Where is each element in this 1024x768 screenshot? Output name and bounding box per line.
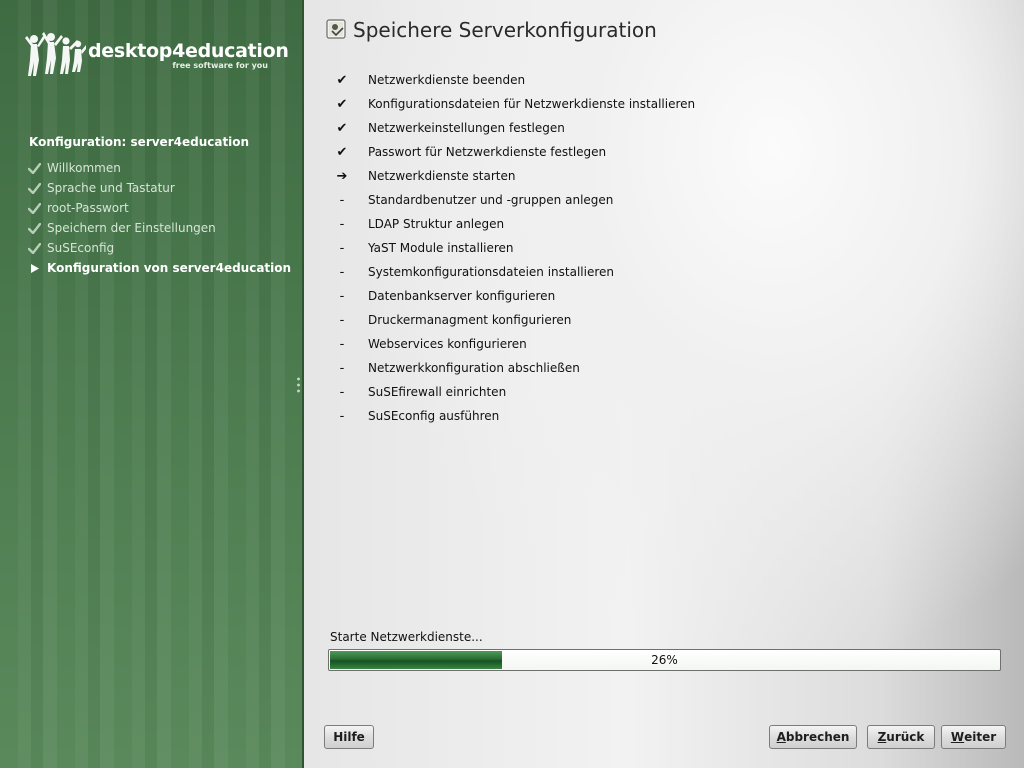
task-item: ✔ Passwort für Netzwerkdienste festlegen: [332, 140, 695, 164]
step-list: Willkommen Sprache und Tastatur root-Pas…: [26, 158, 291, 278]
task-status-check: ✔: [336, 72, 348, 88]
task-label: Systemkonfigurationsdateien installieren: [368, 265, 615, 279]
task-item: ✔ Netzwerkdienste beenden: [332, 68, 695, 92]
step-label: Sprache und Tastatur: [47, 181, 175, 195]
task-item: - Webservices konfigurieren: [332, 332, 695, 356]
next-label: eiter: [964, 730, 997, 744]
task-label: Passwort für Netzwerkdienste festlegen: [368, 145, 607, 159]
task-label: Druckermanagment konfigurieren: [368, 313, 572, 327]
task-item: - Netzwerkkonfiguration abschließen: [332, 356, 695, 380]
back-accel: Z: [877, 730, 887, 744]
task-label: YaST Module installieren: [368, 241, 514, 255]
step-label: root-Passwort: [47, 201, 129, 215]
task-label: Netzwerkdienste starten: [368, 169, 516, 183]
task-item: - Datenbankserver konfigurieren: [332, 284, 695, 308]
task-status-pending: -: [339, 264, 345, 280]
task-status-pending: -: [339, 408, 345, 424]
task-status-pending: -: [339, 360, 345, 376]
config-save-icon: [326, 19, 346, 39]
next-accel: W: [950, 730, 965, 744]
task-item: - Systemkonfigurationsdateien installiere…: [332, 260, 695, 284]
task-label: Datenbankserver konfigurieren: [368, 289, 556, 303]
help-button[interactable]: Hilfe: [324, 725, 374, 749]
logo-name: desktop4education: [88, 40, 289, 62]
task-status-check: ✔: [336, 144, 348, 160]
task-label: Webservices konfigurieren: [368, 337, 527, 351]
triangle-right-icon: [26, 263, 42, 273]
task-status-pending: -: [339, 192, 345, 208]
task-label: LDAP Struktur anlegen: [368, 217, 505, 231]
task-label: SuSEconfig ausführen: [368, 409, 500, 423]
task-label: Netzwerkdienste beenden: [368, 73, 526, 87]
task-list: ✔ Netzwerkdienste beenden ✔ Konfigurations…: [332, 68, 696, 428]
check-icon: [26, 182, 42, 194]
cancel-accel: A: [776, 730, 786, 744]
check-icon: [26, 202, 42, 214]
cancel-label: bbrechen: [785, 730, 850, 744]
step-label: Willkommen: [47, 161, 121, 175]
progress-bar: 26%: [328, 649, 1001, 671]
check-icon: [26, 222, 42, 234]
task-item-current: ➔ Netzwerkdienste starten: [332, 164, 695, 188]
task-label: Netzwerkkonfiguration abschließen: [368, 361, 580, 375]
task-status-check: ✔: [336, 96, 348, 112]
step-label: Konfiguration von server4education: [47, 261, 292, 275]
task-item: ✔ Netzwerkeinstellungen festlegen: [332, 116, 695, 140]
people-logo-icon: [25, 32, 86, 76]
check-icon: [26, 242, 42, 254]
task-status-pending: -: [339, 336, 345, 352]
step-item-konfiguration: Konfiguration von server4education: [26, 258, 291, 278]
task-status-pending: -: [339, 216, 345, 232]
page-title: Speichere Serverkonfiguration: [353, 18, 657, 42]
yast-installer-screen: desktop4education free software for you …: [0, 0, 1024, 768]
task-item: - YaST Module installieren: [332, 236, 695, 260]
step-item-willkommen: Willkommen: [26, 158, 291, 178]
task-status-arrow: ➔: [336, 168, 348, 184]
step-item-sprache-und-tastatur: Sprache und Tastatur: [26, 178, 291, 198]
progress-label: Starte Netzwerkdienste...: [330, 630, 483, 644]
splitter-handle[interactable]: [297, 376, 300, 394]
task-status-pending: -: [339, 312, 345, 328]
main-panel: Speichere Serverkonfiguration ✔ Netzwerkd…: [304, 0, 1024, 768]
task-item: - SuSEconfig ausführen: [332, 404, 695, 428]
task-item: - Druckermanagment konfigurieren: [332, 308, 695, 332]
task-label: Konfigurationsdateien für Netzwerkdienst…: [368, 97, 696, 111]
logo: desktop4education free software for you: [24, 30, 289, 80]
task-item: - LDAP Struktur anlegen: [332, 212, 695, 236]
steps-title: Konfiguration: server4education: [29, 135, 250, 149]
back-button[interactable]: Zurück: [867, 725, 935, 749]
step-item-speichern: Speichern der Einstellungen: [26, 218, 291, 238]
next-button[interactable]: Weiter: [941, 725, 1006, 749]
task-status-pending: -: [339, 288, 345, 304]
task-status-check: ✔: [336, 120, 348, 136]
check-icon: [26, 162, 42, 174]
task-item: - Standardbenutzer und -gruppen anlegen: [332, 188, 695, 212]
task-item: ✔ Konfigurationsdateien für Netzwerkdiens…: [332, 92, 696, 116]
task-label: SuSEfirewall einrichten: [368, 385, 507, 399]
step-label: SuSEconfig: [47, 241, 115, 255]
sidebar: desktop4education free software for you …: [0, 0, 304, 768]
cancel-button[interactable]: Abbrechen: [769, 725, 857, 749]
task-label: Netzwerkeinstellungen festlegen: [368, 121, 565, 135]
step-label: Speichern der Einstellungen: [47, 221, 216, 235]
back-label: urück: [886, 730, 925, 744]
task-status-pending: -: [339, 240, 345, 256]
task-status-pending: -: [339, 384, 345, 400]
logo-tagline: free software for you: [172, 61, 268, 70]
task-item: - SuSEfirewall einrichten: [332, 380, 695, 404]
progress-percent: 26%: [651, 653, 678, 667]
step-item-suseconfig: SuSEconfig: [26, 238, 291, 258]
step-item-root-passwort: root-Passwort: [26, 198, 291, 218]
task-label: Standardbenutzer und -gruppen anlegen: [368, 193, 614, 207]
